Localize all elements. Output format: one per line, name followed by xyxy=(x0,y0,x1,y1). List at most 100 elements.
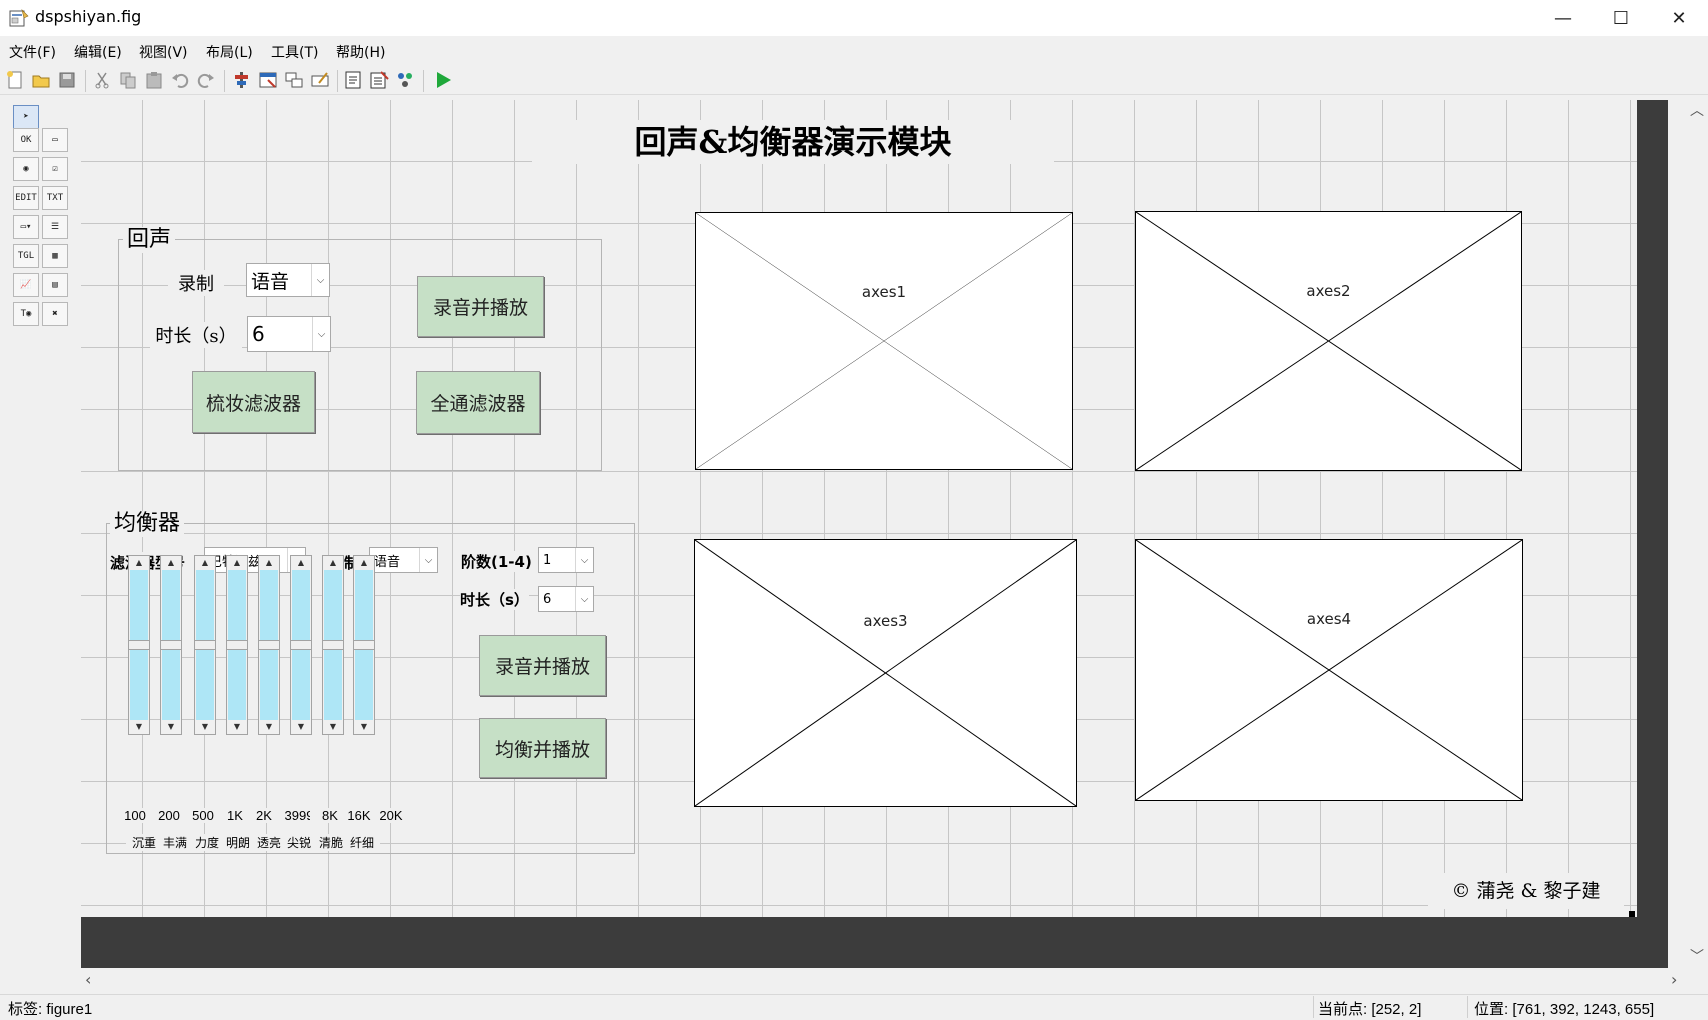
statictext-tool-icon[interactable]: TXT xyxy=(42,186,68,210)
listbox-tool-icon[interactable]: ☰ xyxy=(42,215,68,239)
slider-up-arrow-icon[interactable]: ▲ xyxy=(195,556,215,570)
order-dropdown[interactable]: 1 ⌵ xyxy=(538,547,594,573)
slider-down-arrow-icon[interactable]: ▼ xyxy=(195,720,215,734)
open-folder-icon[interactable] xyxy=(31,70,51,90)
slider-down-arrow-icon[interactable]: ▼ xyxy=(129,720,149,734)
paste-icon[interactable] xyxy=(144,70,164,90)
copyright-text[interactable]: © 蒲尧 & 黎子建 xyxy=(1428,873,1624,909)
togglebutton-tool-icon[interactable]: TGL xyxy=(13,244,39,268)
scroll-up-icon[interactable]: ︿ xyxy=(1690,100,1704,120)
axes-tool-icon[interactable]: 📈 xyxy=(13,273,39,297)
save-icon[interactable] xyxy=(57,70,77,90)
slider-down-arrow-icon[interactable]: ▼ xyxy=(291,720,311,734)
scroll-down-icon[interactable]: ﹀ xyxy=(1690,946,1704,966)
maximize-button[interactable]: ☐ xyxy=(1592,0,1650,36)
slider-up-arrow-icon[interactable]: ▲ xyxy=(227,556,247,570)
slider-track[interactable] xyxy=(260,570,278,640)
minimize-button[interactable]: — xyxy=(1534,0,1592,36)
slider-track[interactable] xyxy=(324,650,342,720)
slider-up-arrow-icon[interactable]: ▲ xyxy=(161,556,181,570)
slider-track[interactable] xyxy=(228,570,246,640)
table-tool-icon[interactable]: ▦ xyxy=(42,244,68,268)
run-icon[interactable] xyxy=(433,70,453,90)
eq-record-play-button[interactable]: 录音并播放 xyxy=(479,635,606,696)
slider-thumb[interactable] xyxy=(323,640,343,650)
comb-filter-button[interactable]: 梳妆滤波器 xyxy=(192,371,315,433)
slider-thumb[interactable] xyxy=(129,640,149,650)
horizontal-scrollbar[interactable] xyxy=(81,968,1687,994)
scroll-left-icon[interactable]: ‹ xyxy=(85,970,91,989)
editor-icon[interactable] xyxy=(343,70,363,90)
axes-3[interactable]: axes3 xyxy=(694,539,1077,807)
axes-2[interactable]: axes2 xyxy=(1135,211,1522,471)
menu-help[interactable]: 帮助(H) xyxy=(336,42,385,62)
slider-thumb[interactable] xyxy=(259,640,279,650)
figure-resize-handle[interactable] xyxy=(1629,911,1635,917)
redo-icon[interactable] xyxy=(196,70,216,90)
align-objects-icon[interactable] xyxy=(232,70,252,90)
echo-duration-dropdown[interactable]: 6 ⌵ xyxy=(247,316,331,352)
eq-band-slider[interactable]: ▲ ▼ xyxy=(226,555,248,735)
menu-editor-icon[interactable] xyxy=(258,70,278,90)
slider-track[interactable] xyxy=(130,570,148,640)
slider-track[interactable] xyxy=(355,570,373,640)
copy-icon[interactable] xyxy=(118,70,138,90)
eq-band-slider[interactable]: ▲ ▼ xyxy=(128,555,150,735)
slider-thumb[interactable] xyxy=(195,640,215,650)
slider-up-arrow-icon[interactable]: ▲ xyxy=(259,556,279,570)
new-file-icon[interactable] xyxy=(5,70,25,90)
slider-track[interactable] xyxy=(196,650,214,720)
property-inspector-icon[interactable] xyxy=(369,70,389,90)
slider-thumb[interactable] xyxy=(227,640,247,650)
menu-file[interactable]: 文件(F) xyxy=(9,42,56,62)
slider-up-arrow-icon[interactable]: ▲ xyxy=(323,556,343,570)
menu-edit[interactable]: 编辑(E) xyxy=(74,42,122,62)
slider-track[interactable] xyxy=(292,650,310,720)
toolbar-editor-icon[interactable] xyxy=(310,70,330,90)
scroll-right-icon[interactable]: › xyxy=(1671,970,1677,989)
main-title[interactable]: 回声&均衡器演示模块 xyxy=(532,120,1054,164)
slider-tool-icon[interactable]: ▭ xyxy=(42,128,68,152)
vertical-scrollbar[interactable] xyxy=(1686,100,1708,968)
slider-track[interactable] xyxy=(260,650,278,720)
eq-record-dropdown[interactable]: 语音 ⌵ xyxy=(369,547,438,573)
allpass-filter-button[interactable]: 全通滤波器 xyxy=(416,371,540,434)
eq-duration-dropdown[interactable]: 6 ⌵ xyxy=(538,586,594,612)
eq-band-slider[interactable]: ▲ ▼ xyxy=(353,555,375,735)
tab-order-editor-icon[interactable] xyxy=(284,70,304,90)
slider-thumb[interactable] xyxy=(354,640,374,650)
slider-down-arrow-icon[interactable]: ▼ xyxy=(354,720,374,734)
echo-record-play-button[interactable]: 录音并播放 xyxy=(417,276,544,337)
slider-up-arrow-icon[interactable]: ▲ xyxy=(291,556,311,570)
slider-up-arrow-icon[interactable]: ▲ xyxy=(354,556,374,570)
slider-track[interactable] xyxy=(162,570,180,640)
axes-1[interactable]: axes1 xyxy=(695,212,1073,470)
menu-layout[interactable]: 布局(L) xyxy=(206,42,253,62)
slider-down-arrow-icon[interactable]: ▼ xyxy=(259,720,279,734)
echo-record-dropdown[interactable]: 语音 ⌵ xyxy=(246,263,330,297)
slider-down-arrow-icon[interactable]: ▼ xyxy=(161,720,181,734)
eq-band-slider[interactable]: ▲ ▼ xyxy=(160,555,182,735)
eq-band-slider[interactable]: ▲ ▼ xyxy=(258,555,280,735)
slider-track[interactable] xyxy=(162,650,180,720)
buttongroup-tool-icon[interactable]: T◉ xyxy=(13,302,39,326)
slider-track[interactable] xyxy=(324,570,342,640)
slider-thumb[interactable] xyxy=(161,640,181,650)
cut-icon[interactable] xyxy=(92,70,112,90)
eq-band-slider[interactable]: ▲ ▼ xyxy=(290,555,312,735)
checkbox-tool-icon[interactable]: ☑ xyxy=(42,157,68,181)
undo-icon[interactable] xyxy=(170,70,190,90)
menu-view[interactable]: 视图(V) xyxy=(139,42,188,62)
activex-tool-icon[interactable]: ✖ xyxy=(42,302,68,326)
slider-track[interactable] xyxy=(228,650,246,720)
popupmenu-tool-icon[interactable]: ▭▾ xyxy=(13,215,39,239)
edittext-tool-icon[interactable]: EDIT xyxy=(13,186,39,210)
select-tool-icon[interactable]: ➤ xyxy=(13,105,39,129)
slider-track[interactable] xyxy=(196,570,214,640)
slider-thumb[interactable] xyxy=(291,640,311,650)
slider-down-arrow-icon[interactable]: ▼ xyxy=(227,720,247,734)
panel-tool-icon[interactable]: ▤ xyxy=(42,273,68,297)
menu-tools[interactable]: 工具(T) xyxy=(271,42,318,62)
slider-up-arrow-icon[interactable]: ▲ xyxy=(129,556,149,570)
object-browser-icon[interactable] xyxy=(395,70,415,90)
